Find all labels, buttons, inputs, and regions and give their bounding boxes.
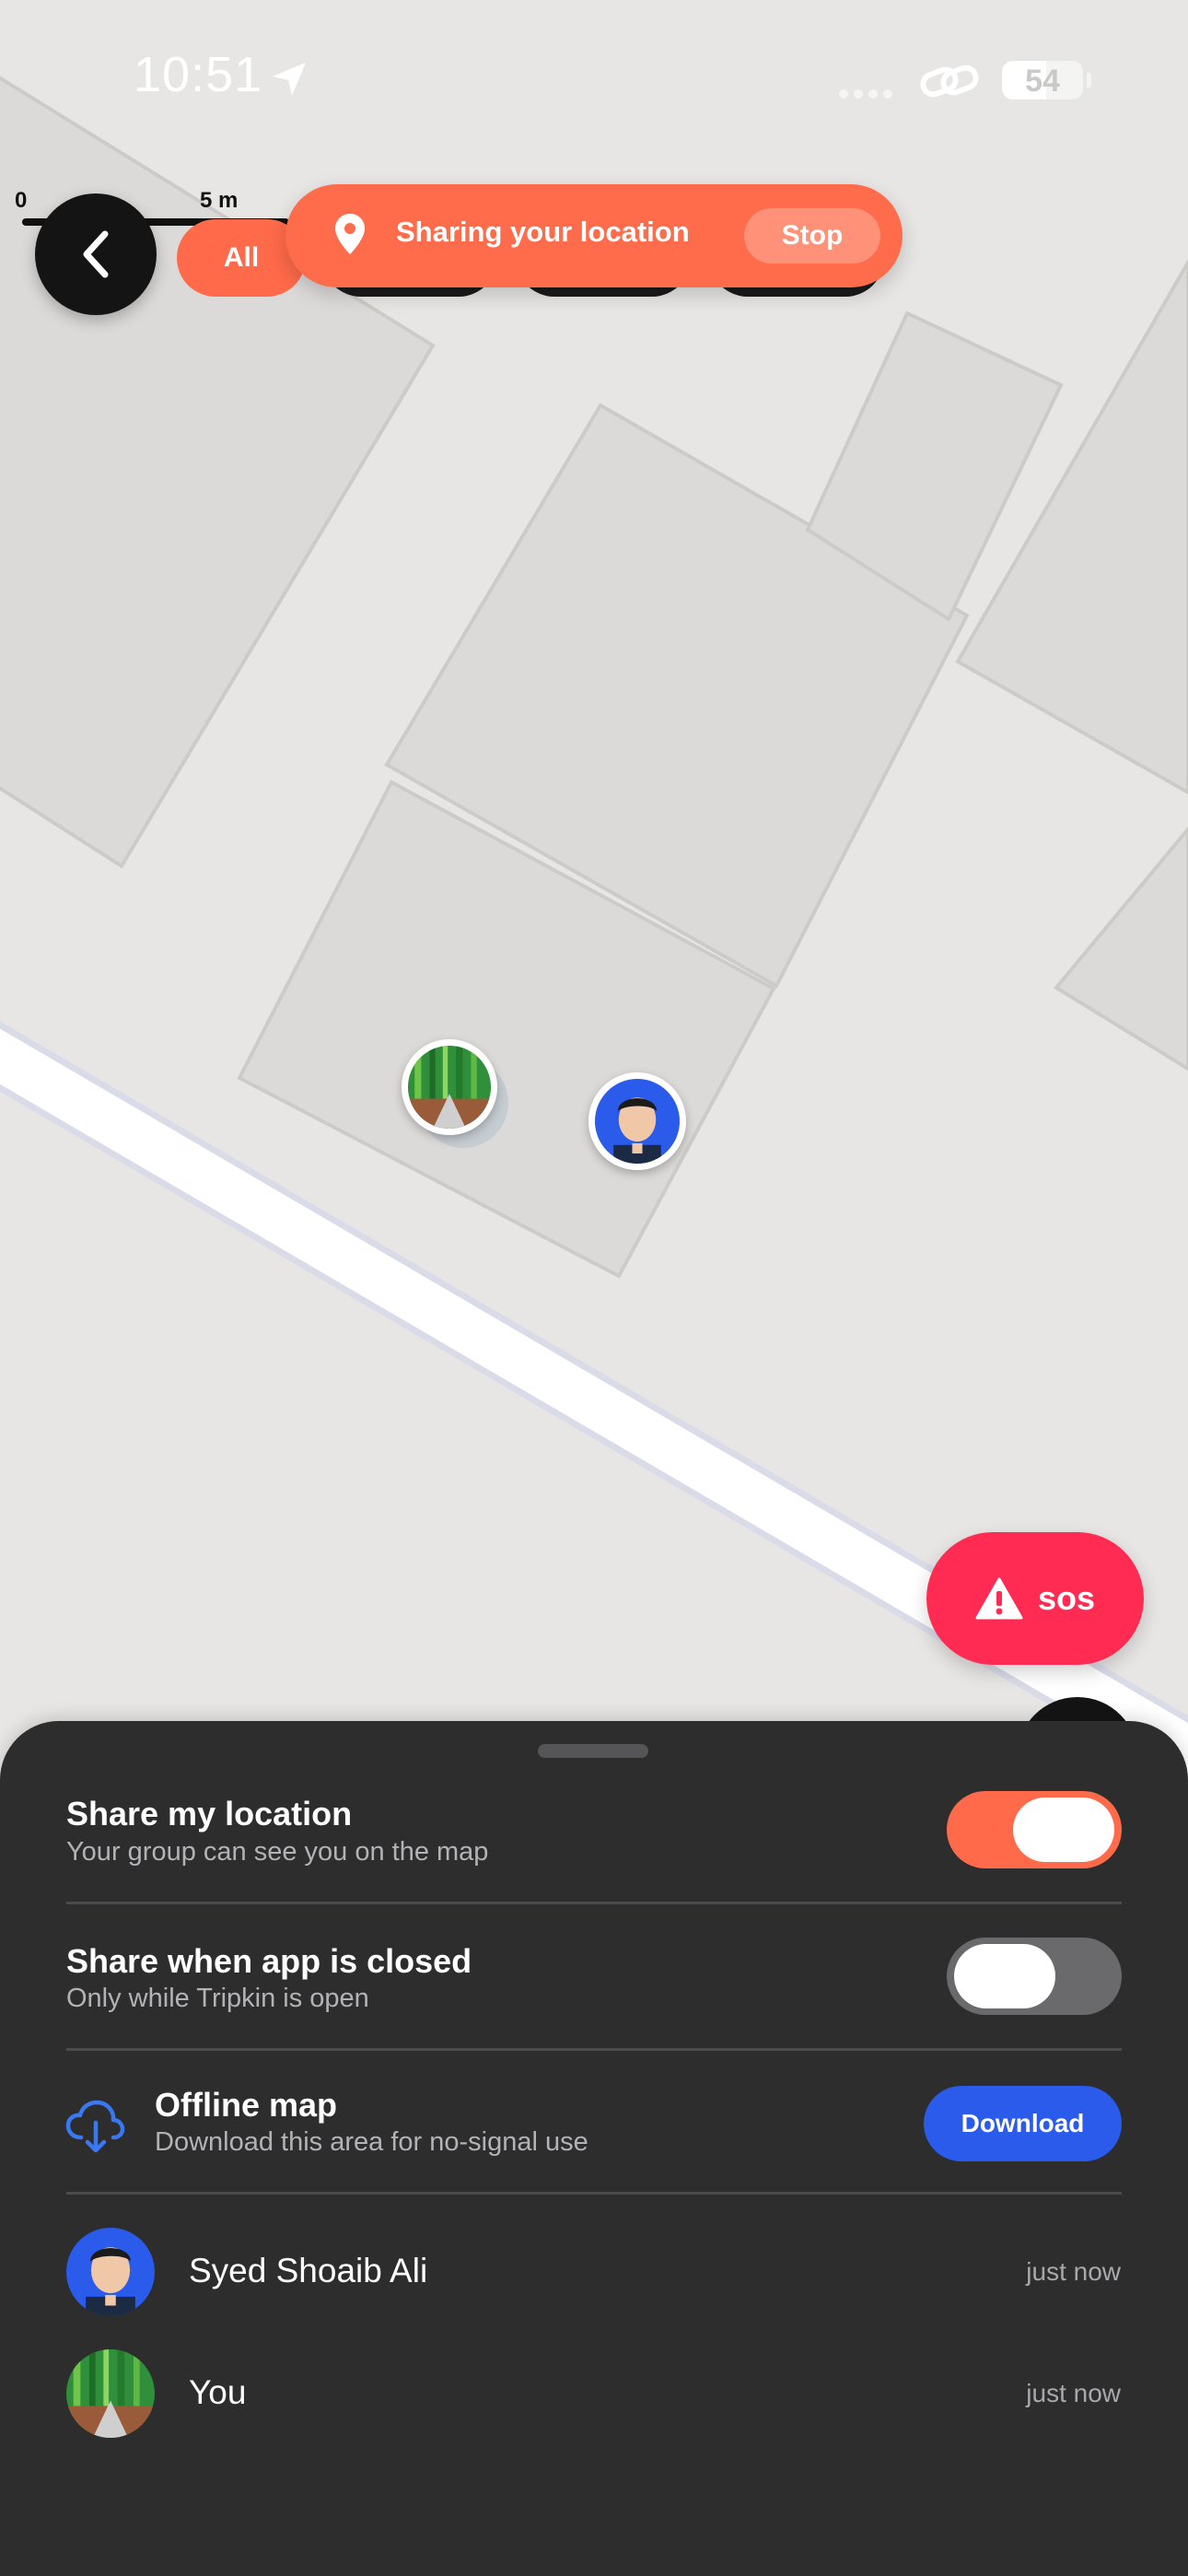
member-name: You bbox=[189, 2373, 247, 2411]
map-marker-you[interactable] bbox=[402, 1039, 497, 1135]
battery-cap bbox=[1087, 73, 1091, 88]
sos-button[interactable]: sos bbox=[926, 1532, 1144, 1665]
warning-icon bbox=[975, 1577, 1023, 1620]
chevron-left-icon bbox=[83, 230, 109, 278]
bottom-sheet: Share my location Your group can see you… bbox=[0, 1721, 1188, 2576]
forest-avatar-icon bbox=[66, 2349, 155, 2438]
sheet-grabber[interactable] bbox=[538, 1744, 648, 1758]
share-closed-subtitle: Only while Tripkin is open bbox=[66, 1984, 369, 2013]
member-last-seen: just now bbox=[1026, 2257, 1121, 2286]
share-closed-title: Share when app is closed bbox=[66, 1942, 472, 1980]
stop-sharing-button[interactable]: Stop bbox=[744, 208, 880, 263]
status-time: 10:51 bbox=[134, 47, 263, 102]
location-arrow-icon bbox=[273, 63, 306, 96]
divider bbox=[66, 2192, 1122, 2195]
download-button[interactable]: Download bbox=[924, 2086, 1122, 2161]
share-location-title: Share my location bbox=[66, 1795, 353, 1832]
sharing-text: Sharing your location bbox=[396, 216, 690, 248]
scale-max-label: 5 m bbox=[200, 188, 239, 213]
member-name: Syed Shoaib Ali bbox=[189, 2252, 428, 2289]
member-row[interactable]: You just now bbox=[0, 2349, 1188, 2441]
back-button[interactable] bbox=[35, 193, 157, 315]
portrait-avatar-icon bbox=[66, 2228, 155, 2316]
divider bbox=[66, 2048, 1122, 2051]
sos-label: sos bbox=[1037, 1579, 1096, 1617]
share-location-subtitle: Your group can see you on the map bbox=[66, 1837, 489, 1867]
battery-indicator: 54 bbox=[1002, 61, 1083, 100]
divider bbox=[66, 1902, 1122, 1904]
location-pin-icon bbox=[335, 214, 365, 254]
portrait-avatar-icon bbox=[595, 1079, 680, 1164]
link-icon bbox=[920, 64, 979, 98]
forest-avatar-icon bbox=[408, 1046, 491, 1129]
sharing-banner: Sharing your location Stop bbox=[285, 184, 903, 287]
signal-icon bbox=[839, 89, 892, 99]
share-location-toggle[interactable] bbox=[947, 1791, 1122, 1868]
battery-percent: 54 bbox=[1025, 64, 1060, 99]
avatar bbox=[66, 2228, 155, 2316]
cloud-download-icon bbox=[65, 2100, 125, 2153]
member-last-seen: just now bbox=[1026, 2379, 1121, 2407]
share-closed-toggle[interactable] bbox=[947, 1938, 1122, 2015]
avatar bbox=[66, 2349, 155, 2438]
map-marker-syed[interactable] bbox=[588, 1072, 686, 1170]
member-row[interactable]: Syed Shoaib Ali just now bbox=[0, 2228, 1188, 2320]
toggle-knob bbox=[1013, 1797, 1114, 1862]
scale-zero-label: 0 bbox=[15, 188, 28, 213]
toggle-knob bbox=[954, 1944, 1055, 2008]
offline-map-title: Offline map bbox=[155, 2086, 338, 2124]
offline-map-subtitle: Download this area for no-signal use bbox=[155, 2127, 588, 2157]
